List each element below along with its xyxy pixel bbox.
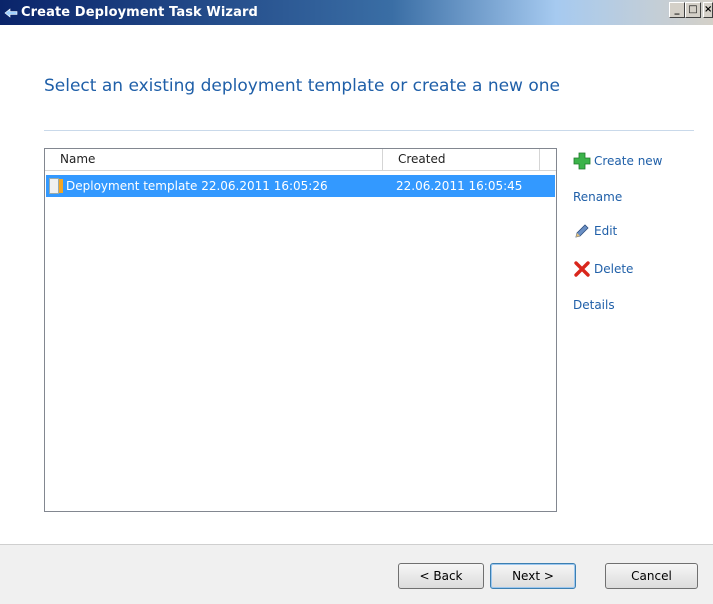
create-new-link[interactable]: Create new xyxy=(573,152,663,170)
column-header-created[interactable]: Created xyxy=(382,149,539,171)
wizard-icon xyxy=(3,5,19,21)
heading-divider xyxy=(44,130,694,131)
minimize-button[interactable]: _ xyxy=(669,2,685,18)
plus-icon xyxy=(573,152,591,170)
pencil-icon xyxy=(573,222,591,240)
template-created-date: 22.06.2011 16:05:45 xyxy=(396,179,523,193)
window-controls: _ □ × xyxy=(669,2,713,18)
rename-link[interactable]: Rename xyxy=(573,190,622,204)
delete-link[interactable]: Delete xyxy=(573,260,633,278)
page-heading: Select an existing deployment template o… xyxy=(44,76,560,96)
next-button[interactable]: Next > xyxy=(490,563,576,589)
close-button[interactable]: × xyxy=(703,2,713,18)
wizard-window: Create Deployment Task Wizard _ □ × Sele… xyxy=(0,0,713,604)
document-icon xyxy=(49,178,63,194)
x-icon xyxy=(573,260,591,278)
title-bar[interactable]: Create Deployment Task Wizard _ □ × xyxy=(0,0,713,25)
list-header: Name Created xyxy=(45,149,556,171)
cancel-button[interactable]: Cancel xyxy=(605,563,698,589)
create-new-label: Create new xyxy=(594,154,663,168)
template-name: Deployment template 22.06.2011 16:05:26 xyxy=(66,179,328,193)
window-title: Create Deployment Task Wizard xyxy=(21,5,258,20)
delete-label: Delete xyxy=(594,262,634,276)
list-item[interactable]: Deployment template 22.06.2011 16:05:26 … xyxy=(46,175,555,197)
details-link[interactable]: Details xyxy=(573,298,615,312)
rename-label: Rename xyxy=(573,190,623,204)
column-header-name[interactable]: Name xyxy=(55,149,382,171)
details-label: Details xyxy=(573,298,615,312)
edit-link[interactable]: Edit xyxy=(573,222,617,240)
template-list[interactable]: Name Created Deployment template 22.06.2… xyxy=(44,148,557,512)
edit-label: Edit xyxy=(594,224,618,238)
back-button[interactable]: < Back xyxy=(398,563,484,589)
maximize-button[interactable]: □ xyxy=(685,2,701,18)
column-header-filler xyxy=(539,149,556,171)
